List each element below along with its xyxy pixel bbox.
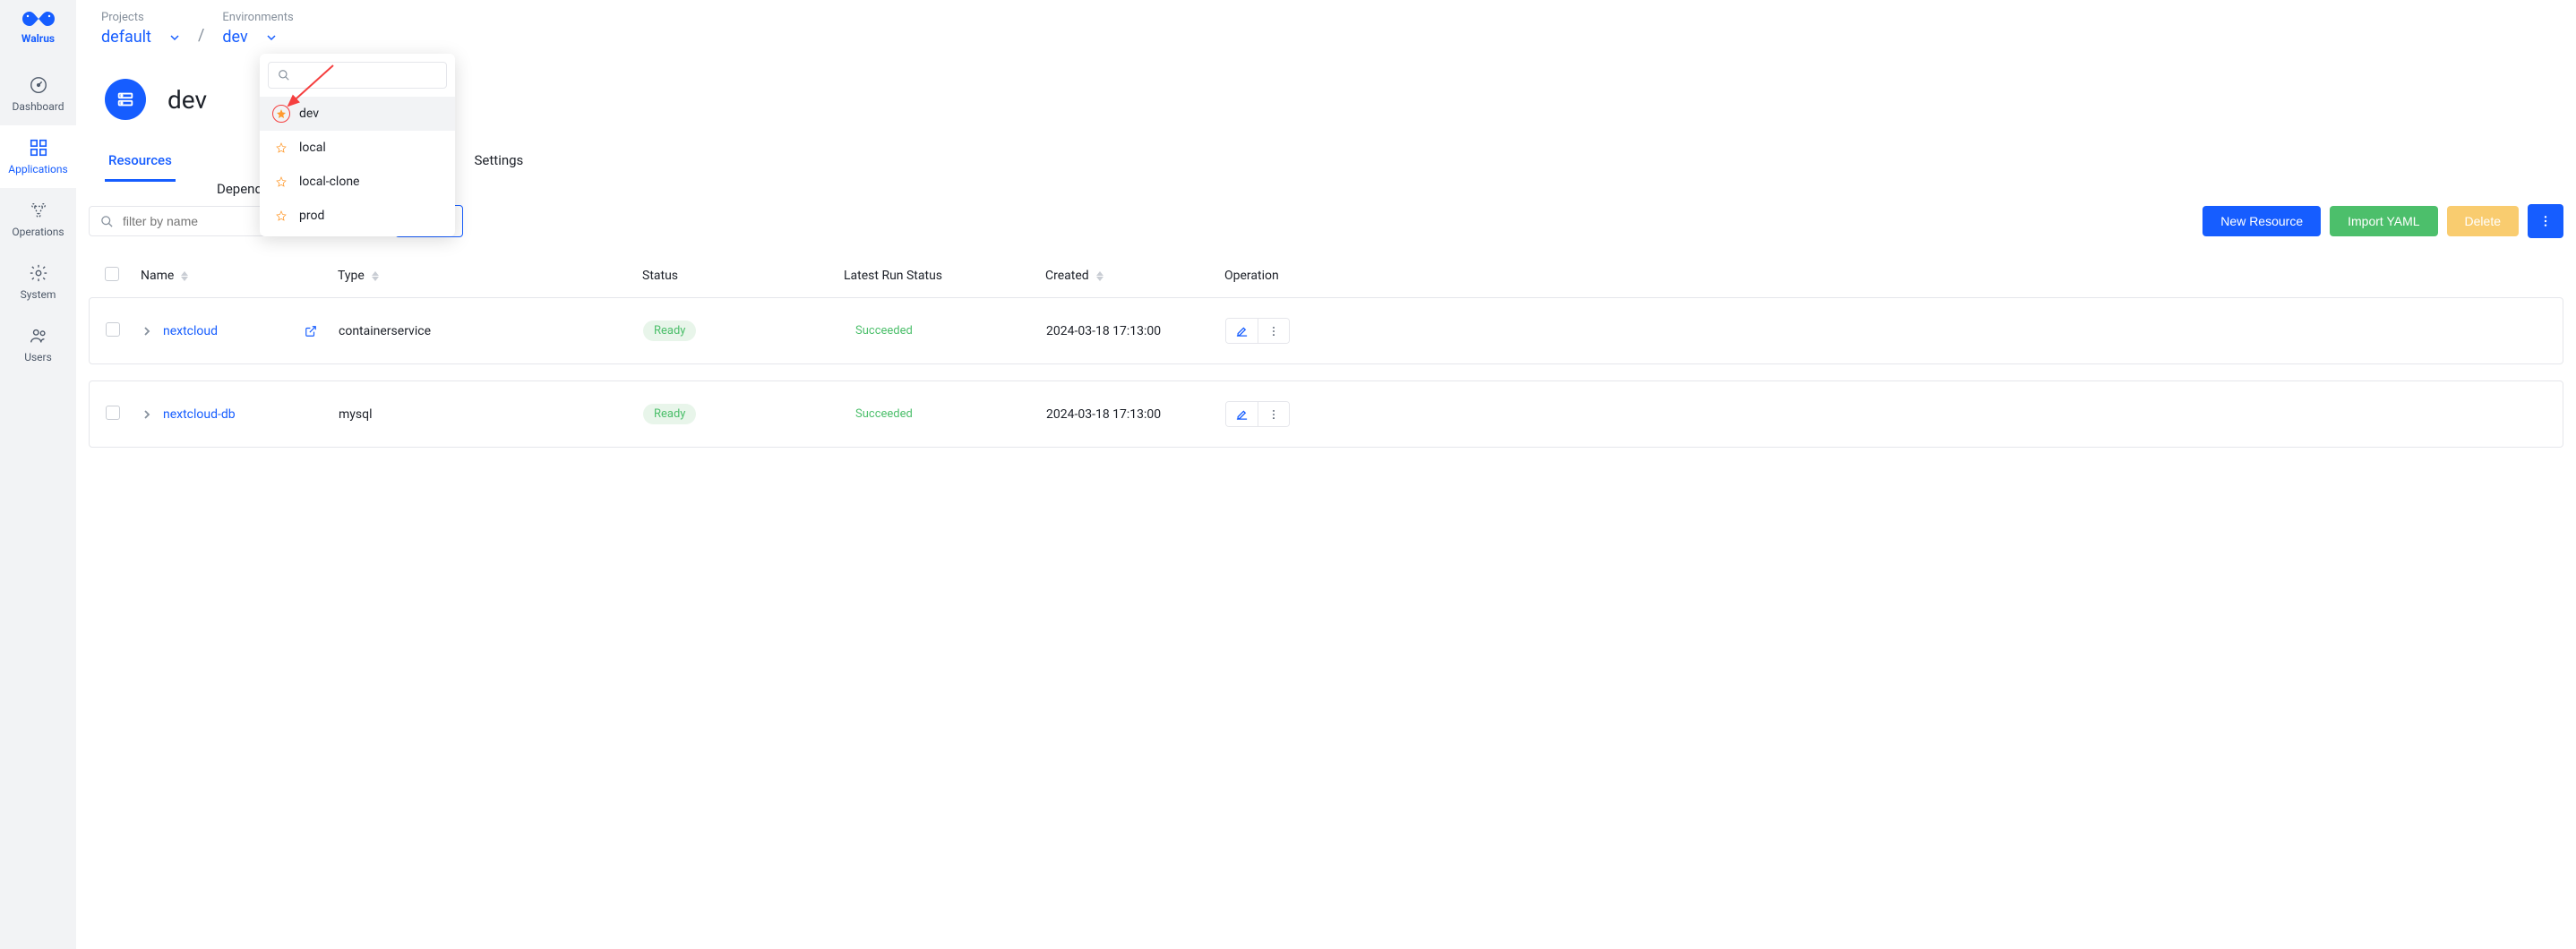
tab-dependency-partial[interactable]: Depend: [217, 181, 262, 197]
logo-icon: [17, 7, 60, 30]
dropdown-search: [260, 54, 455, 97]
status-badge: Ready: [643, 404, 696, 424]
sort-icon: [181, 271, 188, 281]
edit-icon: [1235, 324, 1249, 338]
sidebar: Walrus Dashboard Applications Operations…: [0, 0, 76, 949]
run-status-badge: Succeeded: [845, 404, 923, 424]
row-operations: [1225, 401, 1290, 427]
nav-system[interactable]: System: [0, 251, 76, 313]
header-operation: Operation: [1224, 269, 2556, 283]
resource-name-link[interactable]: nextcloud-db: [163, 407, 236, 422]
nav-label: Operations: [12, 226, 64, 238]
dropdown-item-local[interactable]: local: [260, 131, 455, 165]
grid-icon: [29, 138, 48, 158]
created-cell: 2024-03-18 17:13:00: [1046, 407, 1225, 422]
logo-text: Walrus: [21, 32, 55, 45]
nav-label: Dashboard: [12, 100, 64, 113]
header-latest-run-status: Latest Run Status: [844, 269, 1045, 283]
row-more-button[interactable]: [1258, 402, 1289, 426]
table-row: nextcloud-db mysql Ready Succeeded 2024-…: [89, 380, 2563, 448]
nav-dashboard[interactable]: Dashboard: [0, 63, 76, 125]
chevron-right-icon[interactable]: [142, 409, 152, 420]
environment-value: dev: [222, 28, 247, 47]
star-outline-icon: [276, 210, 287, 221]
dropdown-search-input[interactable]: [268, 62, 447, 89]
chevron-right-icon[interactable]: [142, 326, 152, 337]
external-link-icon: [305, 325, 317, 338]
dots-vertical-icon: [1267, 325, 1280, 338]
resource-name-link[interactable]: nextcloud: [163, 324, 218, 338]
status-badge: Ready: [643, 321, 696, 341]
row-checkbox[interactable]: [106, 322, 120, 337]
header-type[interactable]: Type: [338, 269, 642, 283]
edit-icon: [1235, 407, 1249, 421]
gear-icon: [29, 263, 48, 283]
tab-settings[interactable]: Settings: [471, 145, 528, 182]
chevron-down-icon: [169, 32, 180, 43]
nodes-icon: [29, 201, 48, 220]
projects-label: Projects: [101, 11, 180, 24]
dropdown-item-label: local: [299, 141, 326, 155]
created-cell: 2024-03-18 17:13:00: [1046, 324, 1225, 338]
chevron-down-icon: [266, 32, 277, 43]
select-all-checkbox[interactable]: [105, 267, 119, 281]
type-cell: mysql: [339, 407, 643, 422]
dropdown-item-dev[interactable]: dev: [260, 97, 455, 131]
nav-applications[interactable]: Applications: [0, 125, 76, 188]
row-more-button[interactable]: [1258, 319, 1289, 343]
project-value: default: [101, 28, 151, 47]
header-created[interactable]: Created: [1045, 269, 1224, 283]
table-row: nextcloud containerservice Ready Succeed…: [89, 297, 2563, 364]
environment-dropdown: dev local local-clone prod: [260, 54, 455, 236]
table-header: Name Type Status Latest Run Status Creat…: [89, 254, 2563, 297]
header-status: Status: [642, 269, 844, 283]
import-yaml-button[interactable]: Import YAML: [2330, 206, 2437, 236]
project-selector[interactable]: default: [101, 28, 180, 47]
page-title: dev: [167, 85, 207, 115]
environment-selector[interactable]: dev: [222, 28, 293, 47]
sort-icon: [1096, 271, 1103, 281]
nav-label: Applications: [8, 163, 67, 175]
dots-vertical-icon: [2538, 214, 2553, 228]
main: Projects default / Environments dev: [76, 0, 2576, 949]
users-icon: [29, 326, 48, 346]
run-status-badge: Succeeded: [845, 321, 923, 341]
dots-vertical-icon: [1267, 408, 1280, 421]
star-filled-icon: [276, 108, 287, 119]
dropdown-item-local-clone[interactable]: local-clone: [260, 165, 455, 199]
tab-resources[interactable]: Resources: [105, 145, 176, 182]
breadcrumb: Projects default / Environments dev: [76, 0, 2576, 47]
star-outline-icon: [276, 176, 287, 187]
dropdown-item-label: prod: [299, 209, 324, 223]
logo[interactable]: Walrus: [17, 7, 60, 45]
edit-button[interactable]: [1226, 319, 1258, 343]
new-resource-button[interactable]: New Resource: [2202, 206, 2321, 236]
nav-operations[interactable]: Operations: [0, 188, 76, 251]
dropdown-item-prod[interactable]: prod: [260, 199, 455, 233]
nav-label: Users: [24, 351, 52, 363]
star-outline-icon: [276, 142, 287, 153]
nav-users[interactable]: Users: [0, 313, 76, 376]
dropdown-item-label: dev: [299, 107, 319, 121]
row-operations: [1225, 318, 1290, 344]
more-actions-button[interactable]: [2528, 204, 2563, 238]
dropdown-item-label: local-clone: [299, 175, 359, 189]
gauge-icon: [29, 75, 48, 95]
search-icon: [278, 69, 290, 81]
search-icon: [100, 215, 114, 228]
external-link[interactable]: [305, 325, 317, 338]
delete-button[interactable]: Delete: [2447, 206, 2519, 236]
row-checkbox[interactable]: [106, 406, 120, 420]
type-cell: containerservice: [339, 324, 643, 338]
edit-button[interactable]: [1226, 402, 1258, 426]
header-name[interactable]: Name: [141, 269, 338, 283]
nav-label: System: [21, 288, 56, 301]
resources-table: Name Type Status Latest Run Status Creat…: [89, 254, 2563, 464]
environment-icon: [105, 79, 146, 120]
environments-label: Environments: [222, 11, 293, 24]
breadcrumb-separator: /: [198, 26, 204, 45]
sort-icon: [372, 271, 379, 281]
